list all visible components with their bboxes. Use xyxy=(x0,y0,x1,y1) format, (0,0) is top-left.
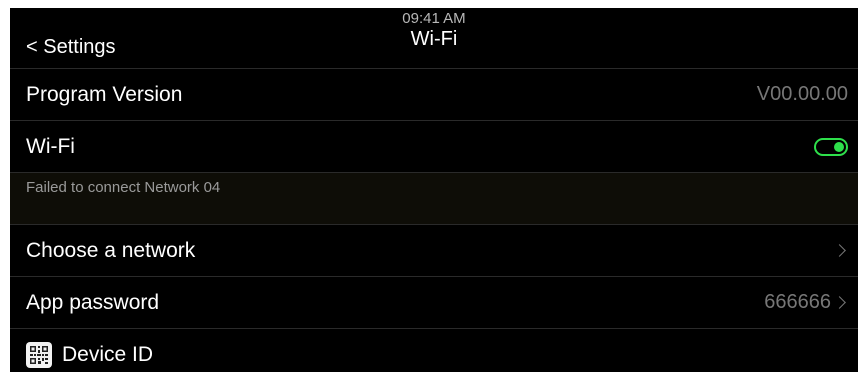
nav-header: < Settings 09:41 AM Wi-Fi xyxy=(10,8,858,69)
qr-code-icon xyxy=(26,341,52,368)
device-id-row[interactable]: Device ID xyxy=(10,329,858,372)
device-id-label: Device ID xyxy=(62,342,154,366)
app-password-value-group: 666666 xyxy=(764,291,848,314)
program-version-label: Program Version xyxy=(26,82,183,106)
wifi-row: Wi-Fi xyxy=(10,121,858,173)
chevron-right-icon xyxy=(833,244,846,257)
choose-network-row[interactable]: Choose a network xyxy=(10,225,858,277)
choose-network-value xyxy=(833,244,848,257)
choose-network-label: Choose a network xyxy=(26,238,196,262)
chevron-right-icon xyxy=(833,296,846,309)
app-password-row[interactable]: App password 666666 xyxy=(10,277,858,329)
connection-status-message: Failed to connect Network 04 xyxy=(26,179,221,196)
page-title: Wi-Fi xyxy=(410,28,458,50)
wifi-toggle[interactable] xyxy=(814,137,848,156)
wifi-label: Wi-Fi xyxy=(26,134,75,158)
wifi-settings-screen: < Settings 09:41 AM Wi-Fi Program Versio… xyxy=(10,8,858,372)
program-version-row: Program Version V00.00.00 xyxy=(10,69,858,121)
toggle-knob xyxy=(834,141,844,152)
status-time: 09:41 AM xyxy=(402,10,466,27)
app-password-value: 666666 xyxy=(764,291,831,313)
header-center: 09:41 AM Wi-Fi xyxy=(10,10,858,50)
qr-code-svg xyxy=(30,345,48,364)
connection-status-row: Failed to connect Network 04 xyxy=(10,173,858,225)
app-password-label: App password xyxy=(26,290,160,314)
program-version-value: V00.00.00 xyxy=(756,83,848,105)
